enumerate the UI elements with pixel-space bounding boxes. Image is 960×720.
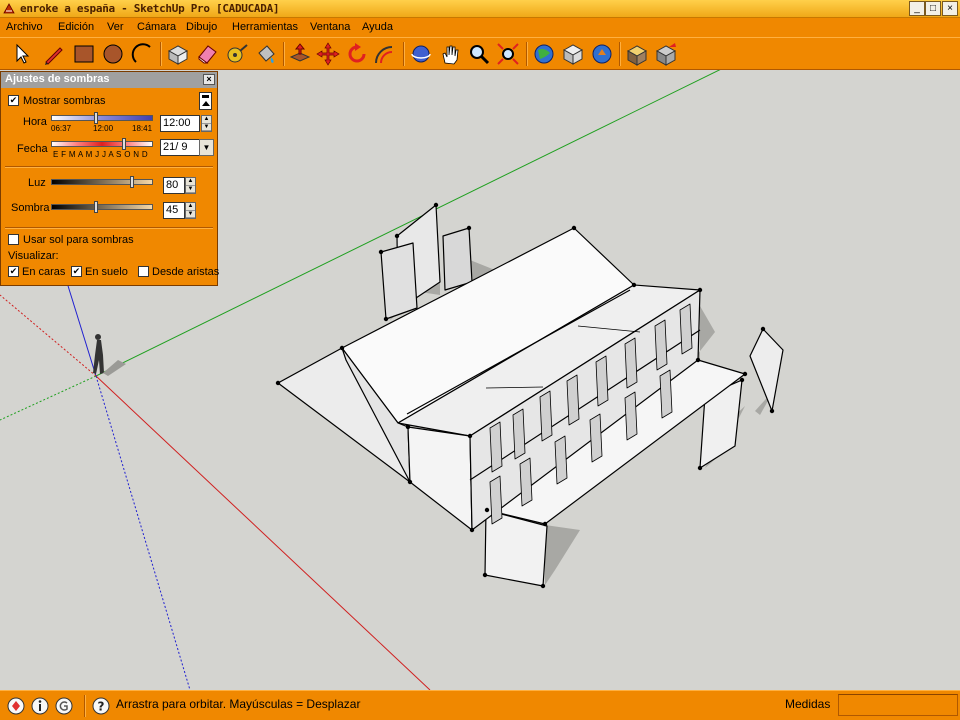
share-model-icon[interactable] [560,41,586,67]
on-faces-label: En caras [22,266,66,278]
measures-input[interactable] [838,694,958,716]
push-pull-icon[interactable] [287,41,313,67]
show-shadows-checkbox[interactable]: ✔ [8,95,19,106]
date-slider-knob[interactable] [122,138,126,150]
sketchup-logo-icon [3,3,15,14]
make-component-icon[interactable] [165,41,191,67]
light-input[interactable]: 80 [163,177,185,194]
tape-measure-icon[interactable] [224,41,250,67]
zoom-icon[interactable] [466,41,492,67]
minimize-button[interactable]: _ [909,1,925,16]
pan-icon[interactable] [437,41,463,67]
date-months-label: E F M A M J J A S O N D [53,150,148,159]
geolocation-icon[interactable] [6,696,26,716]
status-hint: Arrastra para orbitar. Mayúsculas = Desp… [116,697,361,711]
menu-edicion[interactable]: Edición [58,21,94,33]
styles-icon[interactable] [624,41,650,67]
panel-close-button[interactable]: × [203,74,215,85]
title-bar: enroke a españa - SketchUp Pro [CADUCADA… [0,0,960,18]
time-max-label: 18:41 [132,124,153,133]
on-ground-label: En suelo [85,266,128,278]
help-icon[interactable]: ? [91,696,111,716]
measures-label: Medidas [785,697,831,711]
from-edges-checkbox[interactable] [138,266,149,277]
move-icon[interactable] [315,41,341,67]
date-label: Fecha [17,143,48,155]
select-icon[interactable] [8,41,34,67]
menu-ayuda[interactable]: Ayuda [362,21,393,33]
on-ground-checkbox[interactable]: ✔ [71,266,82,277]
light-label: Luz [28,177,46,189]
shade-label: Sombra [11,202,50,214]
menu-camara[interactable]: Cámara [137,21,176,33]
light-spinner[interactable]: ▲ ▼ [185,177,196,194]
date-input[interactable]: 21/ 9 [160,139,200,156]
get-models-icon[interactable] [531,41,557,67]
collapse-details-button[interactable] [199,92,212,110]
panel-title-bar[interactable]: Ajustes de sombras × [1,72,217,88]
sign-in-icon[interactable] [54,696,74,716]
shade-input[interactable]: 45 [163,202,185,219]
arc-icon[interactable] [130,41,156,67]
circle-icon[interactable] [100,41,126,67]
eraser-icon[interactable] [194,41,220,67]
use-sun-label: Usar sol para sombras [23,234,134,246]
share-component-icon[interactable] [589,41,615,67]
panel-title: Ajustes de sombras [5,73,110,85]
time-label: Hora [23,116,47,128]
time-slider[interactable] [51,115,153,121]
red-axis-dashed [0,294,97,377]
use-sun-checkbox[interactable] [8,234,19,245]
building [277,227,746,531]
credits-icon[interactable] [30,696,50,716]
light-slider-knob[interactable] [130,176,134,188]
time-min-label: 06:37 [51,124,72,133]
rectangle-icon[interactable] [71,41,97,67]
layers-icon[interactable] [653,41,679,67]
status-bar: ? Arrastra para orbitar. Mayúsculas = De… [0,690,960,720]
menu-dibujo[interactable]: Dibujo [186,21,217,33]
offset-icon[interactable] [372,41,398,67]
time-input[interactable]: 12:00 [160,115,200,132]
time-slider-knob[interactable] [94,112,98,124]
green-axis-dashed [0,375,97,421]
zoom-extents-icon[interactable] [495,41,521,67]
window-title: enroke a españa - SketchUp Pro [CADUCADA… [20,2,280,15]
pencil-icon[interactable] [41,41,67,67]
svg-text:?: ? [98,700,105,714]
paint-bucket-icon[interactable] [253,41,279,67]
menu-bar: Archivo Edición Ver Cámara Dibujo Herram… [0,18,960,37]
menu-archivo[interactable]: Archivo [6,21,43,33]
person-figure [93,334,126,376]
orbit-icon[interactable] [408,41,434,67]
time-mid-label: 12:00 [93,124,114,133]
date-dropdown-button[interactable]: ▼ [199,139,214,156]
menu-herramientas[interactable]: Herramientas [232,21,298,33]
time-spinner[interactable]: ▲ ▼ [201,115,212,132]
display-label: Visualizar: [8,250,59,262]
show-shadows-label: Mostrar sombras [23,95,106,107]
on-faces-checkbox[interactable]: ✔ [8,266,19,277]
light-slider[interactable] [51,179,153,185]
blue-axis-dashed [95,375,191,690]
shade-spinner[interactable]: ▲ ▼ [185,202,196,219]
menu-ventana[interactable]: Ventana [310,21,350,33]
menu-ver[interactable]: Ver [107,21,124,33]
close-button[interactable]: × [942,1,958,16]
date-slider[interactable] [51,141,153,147]
shade-slider[interactable] [51,204,153,210]
main-toolbar [0,37,960,70]
rotate-icon[interactable] [344,41,370,67]
from-edges-label: Desde aristas [152,266,220,278]
maximize-button[interactable]: □ [925,1,941,16]
shade-slider-knob[interactable] [94,201,98,213]
shadow-settings-panel: Ajustes de sombras × ✔ Mostrar sombras H… [0,71,220,286]
